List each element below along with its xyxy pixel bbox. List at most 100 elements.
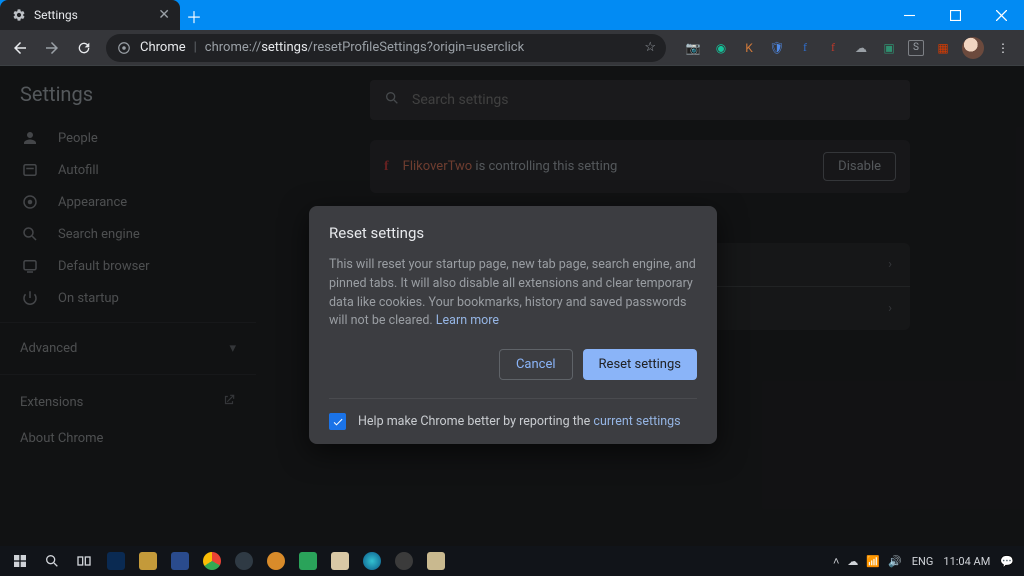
sidebar-item-label: People (58, 131, 98, 146)
tray-language[interactable]: ENG (912, 555, 934, 568)
sidebar-item-on-startup[interactable]: On startup (0, 282, 256, 314)
sidebar-item-autofill[interactable]: Autofill (0, 154, 256, 186)
taskbar-search-icon[interactable] (36, 546, 68, 576)
learn-more-link[interactable]: Learn more (436, 313, 499, 328)
sidebar-separator (0, 322, 256, 323)
browser-tab-settings[interactable]: Settings ✕ (0, 0, 180, 30)
taskbar-app-10[interactable] (388, 546, 420, 576)
dialog-title: Reset settings (329, 224, 697, 242)
current-settings-link[interactable]: current settings (593, 414, 680, 429)
origin-separator: | (194, 40, 197, 55)
minimize-button[interactable] (886, 0, 932, 30)
close-window-button[interactable] (978, 0, 1024, 30)
taskbar-app-1[interactable] (100, 546, 132, 576)
chevron-down-icon: ▾ (229, 341, 236, 356)
sidebar-item-label: Search engine (58, 227, 140, 242)
sidebar-about-label: About Chrome (20, 431, 103, 446)
back-button[interactable] (6, 34, 34, 62)
sidebar-item-label: Appearance (58, 195, 127, 210)
taskbar-app-chrome[interactable] (196, 546, 228, 576)
reset-settings-dialog: Reset settings This will reset your star… (309, 206, 717, 444)
power-icon (20, 289, 40, 307)
sidebar-item-label: Default browser (58, 259, 150, 274)
ext-office-icon[interactable]: ▦ (934, 39, 952, 57)
tray-chevron-up-icon[interactable]: ˄ (833, 555, 839, 568)
search-icon (20, 225, 40, 243)
profile-avatar[interactable] (962, 37, 984, 59)
taskbar-tray: ˄ ☁ 📶 🔊 ENG 11:04 AM 💬 (833, 555, 1020, 568)
gear-icon (12, 8, 26, 22)
window-tabstrip: Settings ✕ ＋ (0, 0, 1024, 30)
taskbar-app-3[interactable] (164, 546, 196, 576)
task-view-icon[interactable] (68, 546, 100, 576)
close-tab-icon[interactable]: ✕ (158, 7, 170, 23)
sidebar-item-label: Autofill (58, 163, 99, 178)
chrome-info-icon (116, 40, 132, 56)
ext-grammarly-icon[interactable]: ◉ (712, 39, 730, 57)
windows-taskbar: ˄ ☁ 📶 🔊 ENG 11:04 AM 💬 (0, 546, 1024, 576)
taskbar-app-2[interactable] (132, 546, 164, 576)
ext-s-icon[interactable]: S (908, 40, 924, 56)
extension-banner-icon: f (384, 159, 389, 175)
extension-control-banner: f FlikoverTwo is controlling this settin… (370, 140, 910, 193)
ext-shield-icon[interactable]: 🛡 (768, 39, 786, 57)
browser-icon (20, 257, 40, 275)
taskbar-app-5[interactable] (228, 546, 260, 576)
settings-sidebar: People Autofill Appearance Search engine… (0, 66, 256, 546)
ext-f1-icon[interactable]: f (796, 39, 814, 57)
dialog-buttons: Cancel Reset settings (329, 349, 697, 380)
dialog-body: This will reset your startup page, new t… (329, 256, 697, 331)
sidebar-about-link[interactable]: About Chrome (0, 421, 256, 456)
address-bar[interactable]: Chrome | chrome://settings/resetProfileS… (106, 34, 666, 62)
report-text: Help make Chrome better by reporting the… (358, 414, 681, 429)
disable-extension-button[interactable]: Disable (823, 152, 896, 181)
taskbar-app-11[interactable] (420, 546, 452, 576)
external-link-icon (222, 393, 236, 411)
origin-label: Chrome (140, 40, 186, 55)
tray-wifi-icon[interactable]: 📶 (866, 555, 880, 568)
sidebar-item-people[interactable]: People (0, 122, 256, 154)
forward-button[interactable] (38, 34, 66, 62)
ext-k-icon[interactable]: K (740, 39, 758, 57)
sidebar-item-appearance[interactable]: Appearance (0, 186, 256, 218)
sidebar-separator (0, 374, 256, 375)
sidebar-item-search-engine[interactable]: Search engine (0, 218, 256, 250)
sidebar-advanced-label: Advanced (20, 341, 77, 356)
maximize-button[interactable] (932, 0, 978, 30)
ext-video-icon[interactable]: ▣ (880, 39, 898, 57)
autofill-icon (20, 161, 40, 179)
ext-camera-icon[interactable]: 📷 (684, 39, 702, 57)
taskbar-app-7[interactable] (292, 546, 324, 576)
person-icon (20, 129, 40, 147)
reload-button[interactable] (70, 34, 98, 62)
chevron-right-icon: › (888, 301, 892, 316)
report-checkbox[interactable] (329, 413, 346, 430)
sidebar-extensions-link[interactable]: Extensions (0, 383, 256, 421)
taskbar-app-8[interactable] (324, 546, 356, 576)
url-text: chrome://settings/resetProfileSettings?o… (205, 40, 637, 55)
taskbar-app-edge[interactable] (356, 546, 388, 576)
start-button[interactable] (4, 546, 36, 576)
cancel-button[interactable]: Cancel (499, 349, 573, 380)
tab-title: Settings (34, 8, 150, 22)
tray-volume-icon[interactable]: 🔊 (888, 555, 902, 568)
tray-notifications-icon[interactable]: 💬 (1000, 555, 1014, 568)
page-header: Settings (0, 66, 1024, 122)
chrome-menu-button[interactable]: ⋮ (994, 39, 1012, 57)
ext-f2-icon[interactable]: f (824, 39, 842, 57)
window-controls (886, 0, 1024, 30)
reset-settings-button[interactable]: Reset settings (583, 349, 697, 380)
taskbar-app-6[interactable] (260, 546, 292, 576)
sidebar-item-default-browser[interactable]: Default browser (0, 250, 256, 282)
sidebar-advanced-toggle[interactable]: Advanced ▾ (0, 331, 256, 366)
banner-text: FlikoverTwo is controlling this setting (403, 159, 618, 174)
dialog-footer: Help make Chrome better by reporting the… (329, 398, 697, 430)
tray-onedrive-icon[interactable]: ☁ (847, 555, 858, 568)
tray-clock[interactable]: 11:04 AM (943, 555, 990, 568)
sidebar-item-label: On startup (58, 291, 119, 306)
extension-icons: 📷 ◉ K 🛡 f f ☁ ▣ S ▦ ⋮ (670, 37, 1018, 59)
new-tab-button[interactable]: ＋ (180, 2, 208, 30)
ext-cloud-icon[interactable]: ☁ (852, 39, 870, 57)
bookmark-star-icon[interactable]: ☆ (644, 40, 656, 55)
browser-toolbar: Chrome | chrome://settings/resetProfileS… (0, 30, 1024, 66)
